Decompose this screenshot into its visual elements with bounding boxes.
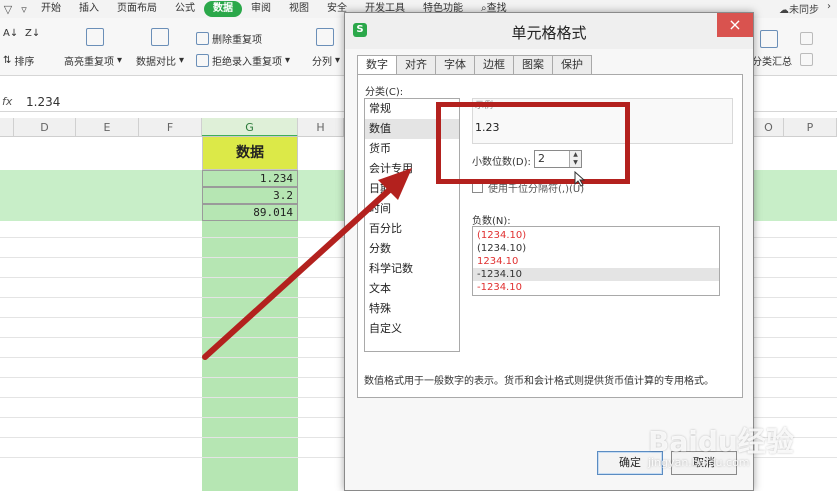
baidu-watermark: Baidu经验 — [648, 425, 794, 458]
mouse-cursor-icon — [574, 171, 586, 187]
arrow-shaft — [202, 181, 399, 360]
watermark-url: jingyan.baidu.com — [648, 456, 750, 469]
annotation-arrow — [202, 168, 412, 360]
